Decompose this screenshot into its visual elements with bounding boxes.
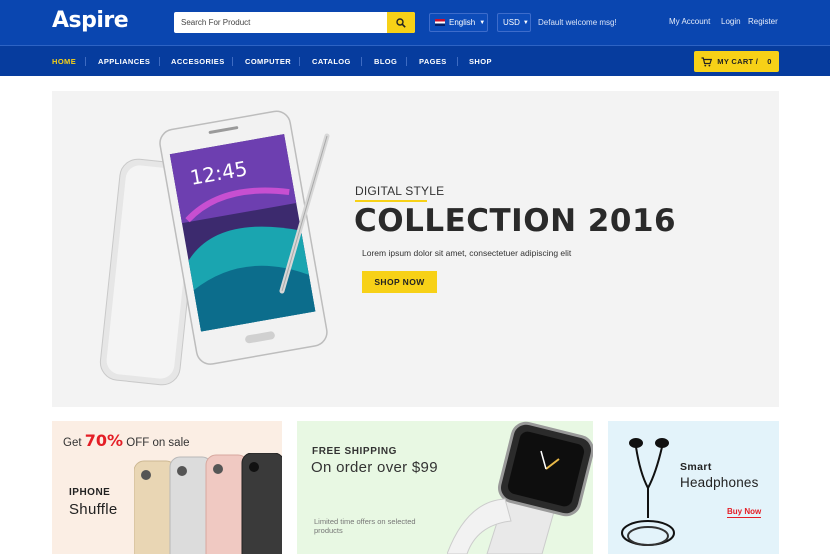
main-navigation: HOME APPLIANCES ACCESORIES COMPUTER CATA… [0,45,830,76]
iphones-image [134,453,282,554]
earphones-image [621,438,675,546]
nav-divider [85,57,86,66]
login-link[interactable]: Login [721,17,741,26]
currency-selector[interactable]: USD ▼ [497,13,531,32]
banner-title: Headphones [680,475,759,490]
nav-divider [159,57,160,66]
banner-iphone-sale[interactable]: Get 70% OFF on sale IPHONE Shuffle [52,421,282,554]
hero-underline [355,200,427,202]
nav-item-computer[interactable]: COMPUTER [245,57,291,66]
sale-suffix: OFF on sale [126,437,190,449]
search-bar [174,12,415,33]
hero-slider: 12:45 DIGITAL STYLE COLLECTION 2016 Lore… [52,91,779,407]
my-account-link[interactable]: My Account [669,17,710,26]
smartwatch-image [447,421,593,554]
hero-title: COLLECTION 2016 [354,203,677,239]
hero-description: Lorem ipsum dolor sit amet, consectetuer… [362,248,572,258]
banner-subtitle: FREE SHIPPING [312,446,398,457]
banner-title: Shuffle [69,501,118,518]
welcome-message: Default welcome msg! [538,18,617,27]
cart-label: MY CART / [717,57,759,66]
register-link[interactable]: Register [748,17,778,26]
nav-divider [361,57,362,66]
nav-item-accesories[interactable]: ACCESORIES [171,57,225,66]
nav-item-pages[interactable]: PAGES [419,57,447,66]
cart-icon [701,56,713,66]
banner-free-shipping[interactable]: FREE SHIPPING On order over $99 Limited … [297,421,593,554]
buy-now-link[interactable]: Buy Now [727,507,762,518]
cart-button[interactable]: MY CART / 0 [694,51,779,72]
language-selector[interactable]: English ▼ [429,13,488,32]
banner-subtitle: IPHONE [69,487,111,498]
nav-item-appliances[interactable]: APPLIANCES [98,57,150,66]
nav-item-home[interactable]: HOME [52,57,76,66]
smartphone-image: 12:45 [99,110,330,386]
language-label: English [449,18,476,27]
banner-subtitle: Smart [680,461,712,473]
nav-item-blog[interactable]: BLOG [374,57,397,66]
nav-item-catalog[interactable]: CATALOG [312,57,351,66]
nav-item-shop[interactable]: SHOP [469,57,492,66]
search-input[interactable] [174,12,387,33]
banner-title: On order over $99 [311,459,438,476]
nav-divider [457,57,458,66]
currency-label: USD [503,18,520,27]
shop-now-button[interactable]: SHOP NOW [362,271,437,293]
sale-percent: 70% [84,431,124,450]
nav-divider [406,57,407,66]
chevron-down-icon: ▼ [522,19,529,26]
banner-note: Limited time offers on selected products [314,517,416,535]
nav-divider [299,57,300,66]
search-icon [396,17,406,28]
top-header: Aspire English ▼ USD ▼ Default welcome m… [0,0,830,45]
nav-divider [232,57,233,66]
cart-count: 0 [767,57,772,66]
uk-flag-icon [435,19,445,26]
search-button[interactable] [387,12,415,33]
banner-headphones[interactable]: Smart Headphones Buy Now [608,421,779,554]
sale-headline: Get 70% OFF on sale [63,431,190,450]
chevron-down-icon: ▼ [479,19,486,26]
hero-eyebrow: DIGITAL STYLE [355,184,445,198]
sale-prefix: Get [63,437,82,449]
site-logo[interactable]: Aspire [52,8,129,33]
